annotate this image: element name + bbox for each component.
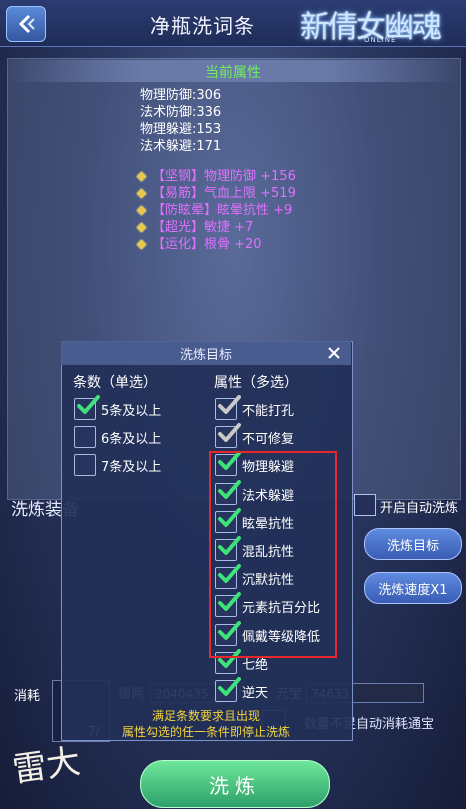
diamond-icon [136, 188, 147, 199]
back-button[interactable] [6, 6, 46, 42]
check-icon [218, 395, 241, 414]
option-label: 7条及以上 [101, 460, 162, 475]
option-checkbox[interactable] [215, 423, 241, 449]
bonus-line: 【运化】根骨 +20 [136, 233, 262, 252]
wash-button[interactable]: 洗炼 [140, 760, 330, 808]
dialog-title: 洗炼目标 [179, 348, 232, 363]
wash-speed-button[interactable]: 洗炼速度X1 [364, 572, 462, 604]
check-icon [218, 423, 241, 443]
diamond-icon [136, 205, 147, 216]
dialog-hint: 满足条数要求且出现 属性勾选的任一条件即停止洗炼 [61, 708, 351, 740]
option-checkbox[interactable] [215, 677, 241, 702]
page-title: 净瓶洗词条 [150, 14, 255, 38]
diamond-icon [136, 171, 147, 182]
option-label: 不能打孔 [242, 404, 295, 419]
option-checkbox[interactable] [74, 454, 96, 476]
stat-line: 法术躲避:171 [140, 139, 222, 154]
close-button[interactable] [322, 341, 346, 365]
highlight-box [209, 451, 337, 658]
option-label: 5条及以上 [101, 404, 162, 419]
consume-label: 消耗 [14, 689, 41, 704]
chevron-left-icon [18, 14, 35, 34]
attr-heading: 属性（多选） [214, 375, 298, 391]
attributes-title: 当前属性 [205, 65, 261, 81]
auto-wash-checkbox[interactable] [354, 494, 376, 516]
option-label: 逆天 [242, 686, 269, 701]
option-label: 不可修复 [242, 432, 295, 448]
diamond-icon [136, 222, 147, 233]
hint-line: 属性勾选的任一条件即停止洗炼 [121, 725, 290, 739]
corner-logo: 雷大 [10, 741, 83, 791]
close-icon [328, 347, 340, 359]
wash-target-button[interactable]: 洗炼目标 [364, 528, 462, 560]
diamond-icon [136, 239, 147, 250]
check-icon [77, 395, 100, 414]
check-icon [218, 677, 241, 696]
hint-line: 满足条数要求且出现 [151, 709, 260, 723]
game-logo-sub: ONLINE [364, 36, 397, 44]
option-label: 6条及以上 [101, 432, 162, 447]
auto-wash-label: 开启自动洗炼 [380, 501, 459, 516]
option-checkbox[interactable] [74, 426, 96, 448]
option-checkbox[interactable] [215, 395, 241, 420]
option-checkbox[interactable] [74, 395, 100, 420]
count-heading: 条数（单选） [73, 375, 157, 391]
